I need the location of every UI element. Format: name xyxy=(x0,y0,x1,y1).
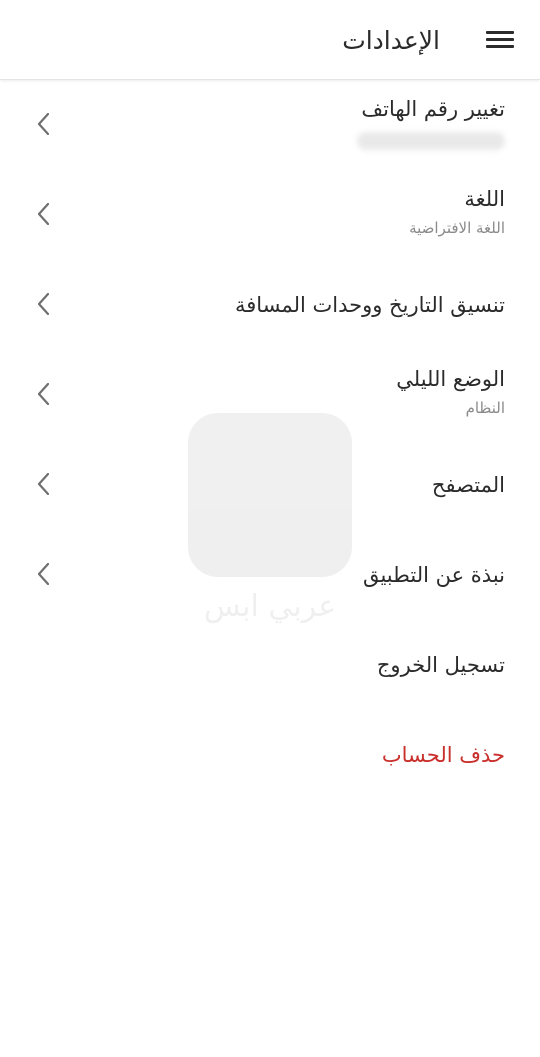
chevron-left-icon xyxy=(38,383,49,405)
settings-list: تغيير رقم الهاتف اللغة اللغة الافتراضية … xyxy=(0,80,540,800)
chevron-left-icon xyxy=(38,293,49,315)
hamburger-menu-icon[interactable] xyxy=(486,31,514,49)
chevron-left-icon xyxy=(38,563,49,585)
chevron-left-icon xyxy=(38,203,49,225)
settings-item-title: المتصفح xyxy=(431,473,505,497)
settings-item-text: الوضع الليلي النظام xyxy=(65,364,505,418)
settings-item-text: المتصفح xyxy=(65,470,505,500)
settings-item-text: نبذة عن التطبيق xyxy=(65,560,505,590)
settings-item-title: تنسيق التاريخ ووحدات المسافة xyxy=(235,293,505,317)
settings-item-title: الوضع الليلي xyxy=(396,367,505,391)
settings-item-text: تسجيل الخروج xyxy=(65,650,505,680)
settings-item-language[interactable]: اللغة اللغة الافتراضية xyxy=(0,170,540,260)
settings-item-text: تنسيق التاريخ ووحدات المسافة xyxy=(65,290,505,320)
chevron-left-icon xyxy=(38,473,49,495)
settings-item-about[interactable]: نبذة عن التطبيق xyxy=(0,530,540,620)
page-title: الإعدادات xyxy=(342,26,440,55)
settings-item-browser[interactable]: المتصفح xyxy=(0,440,540,530)
settings-item-subtitle: النظام xyxy=(465,399,505,417)
settings-item-title: تغيير رقم الهاتف xyxy=(361,97,505,121)
delete-account-label: حذف الحساب xyxy=(381,743,505,767)
logout-label: تسجيل الخروج xyxy=(376,653,505,677)
settings-item-subtitle: اللغة الافتراضية xyxy=(409,219,505,237)
settings-item-formats[interactable]: تنسيق التاريخ ووحدات المسافة xyxy=(0,260,540,350)
settings-item-night-mode[interactable]: الوضع الليلي النظام xyxy=(0,350,540,440)
app-bar: الإعدادات xyxy=(0,0,540,80)
settings-item-text: حذف الحساب xyxy=(65,740,505,770)
settings-item-text: تغيير رقم الهاتف xyxy=(65,94,505,155)
settings-item-title: اللغة xyxy=(464,187,505,211)
chevron-left-icon xyxy=(38,113,49,135)
settings-item-text: اللغة اللغة الافتراضية xyxy=(65,184,505,238)
settings-item-delete-account[interactable]: حذف الحساب xyxy=(0,710,540,800)
settings-item-title: نبذة عن التطبيق xyxy=(362,563,505,587)
settings-item-change-phone[interactable]: تغيير رقم الهاتف xyxy=(0,80,540,170)
phone-number-blurred xyxy=(65,128,505,155)
settings-item-logout[interactable]: تسجيل الخروج xyxy=(0,620,540,710)
